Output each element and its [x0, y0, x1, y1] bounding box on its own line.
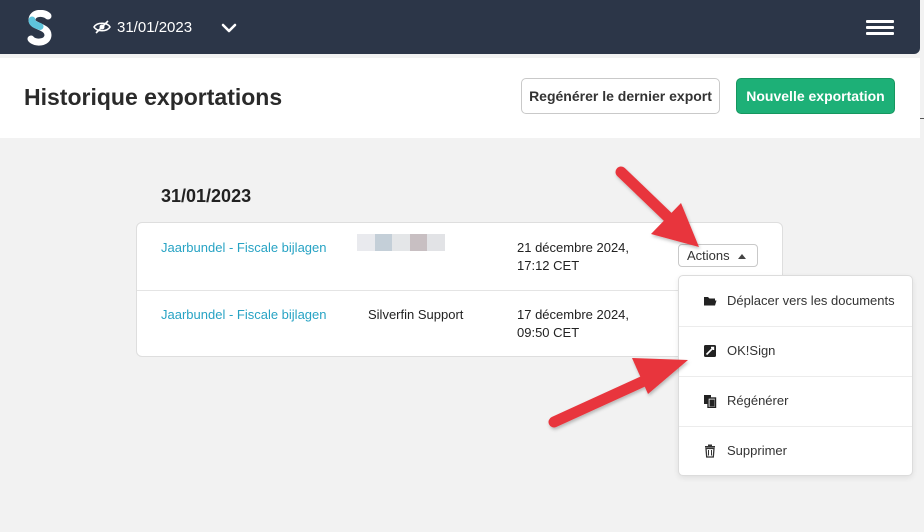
export-date: 17 décembre 2024, 09:50 CET	[517, 306, 629, 342]
menu-item-oksign[interactable]: OK!Sign	[679, 326, 912, 376]
export-link[interactable]: Jaarbundel - Fiscale bijlagen	[161, 307, 326, 322]
copy-icon	[704, 395, 717, 408]
silverfin-logo[interactable]	[26, 10, 54, 46]
menu-item-label: Régénérer	[727, 393, 789, 408]
export-date-line: 21 décembre 2024,	[517, 240, 630, 255]
section-date-heading: 31/01/2023	[161, 186, 252, 206]
top-navbar: 31/01/2023	[0, 0, 920, 54]
new-export-button[interactable]: Nouvelle exportation	[736, 78, 895, 114]
divider	[920, 118, 924, 119]
hamburger-menu-icon[interactable]	[866, 20, 894, 36]
menu-item-label: Déplacer vers les documents	[727, 293, 895, 308]
menu-item-delete[interactable]: Supprimer	[679, 426, 912, 476]
sign-icon	[704, 345, 716, 357]
export-time-line: 09:50 CET	[517, 325, 580, 340]
menu-item-label: OK!Sign	[727, 343, 776, 358]
export-time-line: 17:12 CET	[517, 258, 580, 273]
eye-slash-icon	[93, 20, 111, 34]
trash-icon	[705, 444, 715, 458]
regenerate-last-export-button[interactable]: Regénérer le dernier export	[521, 78, 720, 114]
export-date: 21 décembre 2024, 17:12 CET	[517, 239, 629, 275]
export-date-line: 17 décembre 2024,	[517, 307, 630, 322]
actions-dropdown-button[interactable]: Actions	[678, 244, 758, 267]
page-header: Historique exportations Regénérer le der…	[0, 58, 920, 138]
menu-item-move-to-documents[interactable]: Déplacer vers les documents	[679, 276, 912, 326]
page-title: Historique exportations	[24, 84, 283, 110]
blurred-user-name	[357, 234, 445, 251]
caret-up-icon	[738, 254, 746, 259]
actions-label: Actions	[687, 248, 730, 263]
folder-icon	[704, 297, 717, 306]
annotation-arrow-oksign	[548, 358, 688, 428]
period-date[interactable]: 31/01/2023	[117, 19, 192, 36]
actions-dropdown-menu: Déplacer vers les documents OK!Sign Régé…	[678, 275, 913, 476]
export-link[interactable]: Jaarbundel - Fiscale bijlagen	[161, 240, 326, 255]
menu-item-regenerate[interactable]: Régénérer	[679, 376, 912, 426]
export-user: Silverfin Support	[368, 307, 464, 322]
menu-item-label: Supprimer	[727, 443, 787, 458]
chevron-down-icon[interactable]	[221, 22, 237, 34]
